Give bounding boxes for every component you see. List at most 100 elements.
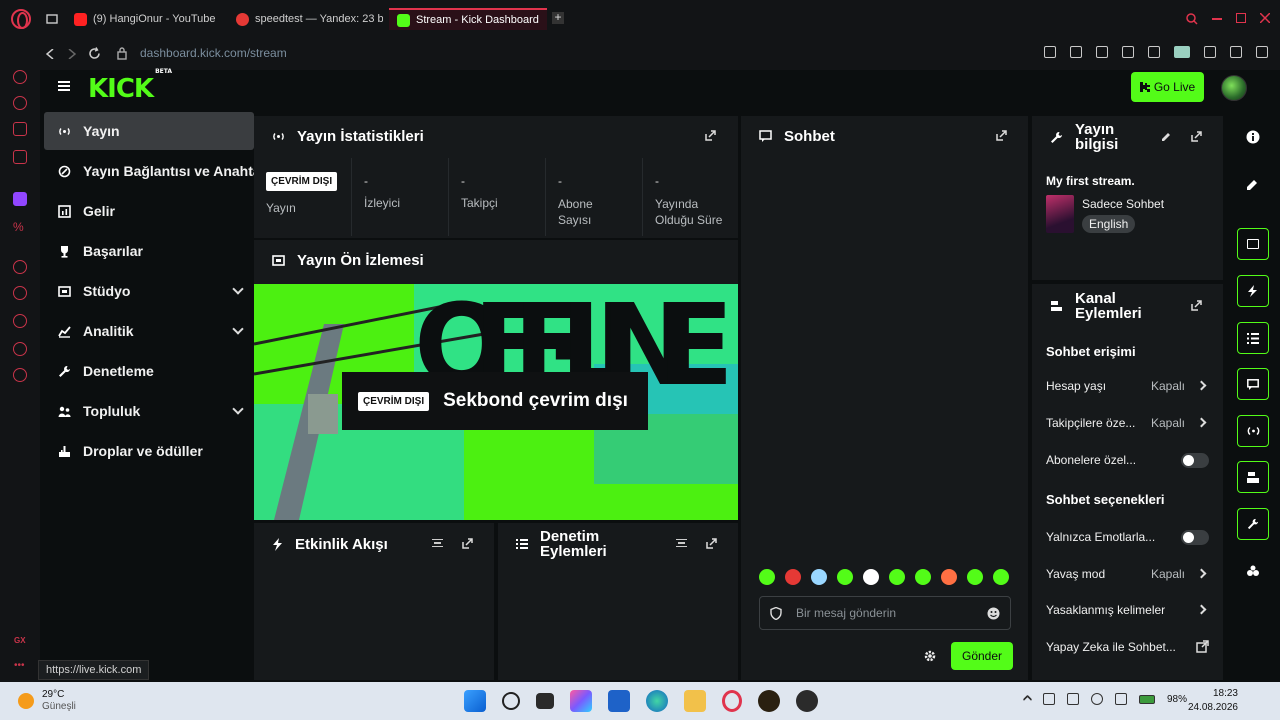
kick-logo[interactable]: KICKBETA <box>88 68 172 104</box>
chat-emote[interactable] <box>863 569 879 585</box>
popout-icon[interactable] <box>996 130 1007 141</box>
file-explorer-icon[interactable] <box>684 690 706 712</box>
sidebar-item-revenue[interactable]: Gelir <box>44 192 254 230</box>
chat-emote[interactable] <box>785 569 801 585</box>
close-window-icon[interactable] <box>1260 13 1270 23</box>
settings-icon[interactable] <box>13 368 27 382</box>
go-live-button[interactable]: Go Live <box>1131 72 1204 102</box>
clock[interactable]: 18:23 24.08.2026 <box>1188 687 1238 715</box>
twitch-icon[interactable] <box>13 192 27 206</box>
chat-emote[interactable] <box>967 569 983 585</box>
tab-yandex[interactable]: speedtest — Yandex: 23 bi <box>228 8 383 30</box>
setting-banned-words[interactable]: Yasaklanmış kelimeler <box>1046 600 1209 620</box>
tab-youtube[interactable]: (9) HangiOnur - YouTube <box>66 8 226 30</box>
setting-account-age[interactable]: Hesap yaşı Kapalı <box>1046 376 1209 396</box>
search-tabs-icon[interactable] <box>1186 13 1198 25</box>
search-icon[interactable] <box>502 692 520 710</box>
microphone-icon[interactable] <box>1067 693 1079 705</box>
history-icon[interactable] <box>13 314 27 328</box>
reload-icon[interactable] <box>88 47 101 60</box>
speed-dial-icon[interactable] <box>13 70 27 84</box>
rail-preview-button[interactable] <box>1237 228 1269 260</box>
sidebar-item-moderation[interactable]: Denetleme <box>44 352 254 390</box>
shield-icon[interactable] <box>1096 46 1108 58</box>
chat-emote[interactable] <box>811 569 827 585</box>
new-tab-icon[interactable]: + <box>552 11 564 24</box>
rail-activity-button[interactable] <box>1237 275 1269 307</box>
chat-settings-icon[interactable] <box>923 649 937 663</box>
network-off-icon[interactable] <box>1043 693 1055 705</box>
task-view-icon[interactable] <box>536 693 554 709</box>
pin-board-icon[interactable] <box>13 286 27 300</box>
chevron-down-icon[interactable] <box>232 283 244 295</box>
gx-icon[interactable]: GX <box>14 636 26 645</box>
setting-ai-moderation[interactable]: Yapay Zeka ile Sohbet... <box>1046 637 1209 657</box>
emote-only-toggle[interactable] <box>1181 530 1209 545</box>
sidebar-item-drops[interactable]: Droplar ve ödüller <box>44 432 254 470</box>
subscribers-only-toggle[interactable] <box>1181 453 1209 468</box>
opera-logo-icon[interactable] <box>11 9 31 29</box>
lock-icon[interactable] <box>117 47 127 60</box>
rail-channel-actions-button[interactable] <box>1237 461 1269 493</box>
wallet-icon[interactable] <box>13 122 27 136</box>
edit-layout-icon[interactable] <box>1246 178 1259 191</box>
store-icon[interactable] <box>608 690 630 712</box>
sidebar-item-stream[interactable]: Yayın <box>44 112 254 150</box>
popout-icon[interactable] <box>462 538 473 549</box>
rail-stream-info-button[interactable] <box>1237 508 1269 540</box>
sidebar-item-stream-key[interactable]: Yayın Bağlantısı ve Anahtarı <box>44 152 270 190</box>
league-icon[interactable] <box>758 690 780 712</box>
extension-icon[interactable] <box>1174 46 1190 58</box>
sidebar-item-achievements[interactable]: Başarılar <box>44 232 254 270</box>
popout-icon[interactable] <box>705 130 716 141</box>
chat-input[interactable]: Bir mesaj gönderin <box>759 596 1011 630</box>
setting-slow-mode[interactable]: Yavaş mod Kapalı <box>1046 564 1209 584</box>
popout-icon[interactable] <box>1191 300 1202 311</box>
chat-emote[interactable] <box>837 569 853 585</box>
rail-stream-button[interactable] <box>1237 415 1269 447</box>
download-icon[interactable] <box>1204 46 1216 58</box>
opera-gx-icon[interactable] <box>722 690 742 712</box>
back-icon[interactable] <box>46 49 54 59</box>
popout-icon[interactable] <box>706 538 717 549</box>
copilot-icon[interactable] <box>570 690 592 712</box>
category-name[interactable]: Sadece Sohbet <box>1082 197 1164 211</box>
sidebar-item-studio[interactable]: Stüdyo <box>44 272 254 310</box>
volume-icon[interactable] <box>1115 693 1127 705</box>
heart-icon[interactable] <box>1148 46 1160 58</box>
start-icon[interactable] <box>464 690 486 712</box>
ai-sidebar-icon[interactable] <box>13 96 27 110</box>
weather-widget[interactable]: 29°C Güneşli <box>18 689 76 713</box>
battery-icon[interactable] <box>1139 694 1155 704</box>
rail-moderation-button[interactable] <box>1237 322 1269 354</box>
popout-icon[interactable] <box>1191 131 1202 142</box>
emoji-icon[interactable] <box>987 607 1000 620</box>
chat-emote[interactable] <box>759 569 775 585</box>
chat-emote[interactable] <box>941 569 957 585</box>
chevron-down-icon[interactable] <box>232 323 244 335</box>
extensions-icon[interactable] <box>13 342 27 356</box>
tab-workspaces-icon[interactable] <box>46 13 58 25</box>
setting-followers-only[interactable]: Takipçilere öze... Kapalı <box>1046 413 1209 433</box>
user-avatar[interactable] <box>1221 75 1247 101</box>
filter-icon[interactable] <box>432 539 443 547</box>
maximize-icon[interactable] <box>1236 13 1246 23</box>
percent-icon[interactable]: % <box>13 220 27 234</box>
snapshot-icon[interactable] <box>1070 46 1082 58</box>
ai-icon[interactable] <box>1230 46 1242 58</box>
filter-icon[interactable] <box>676 539 687 547</box>
chat-emote[interactable] <box>915 569 931 585</box>
player-icon[interactable] <box>13 260 27 274</box>
pin-icon[interactable] <box>1044 46 1056 58</box>
send-button[interactable]: Gönder <box>951 642 1013 670</box>
sidebar-item-analytics[interactable]: Analitik <box>44 312 254 350</box>
edit-icon[interactable] <box>1161 131 1172 142</box>
minimize-icon[interactable] <box>1212 18 1222 20</box>
edge-icon[interactable] <box>646 690 668 712</box>
sidebar-item-community[interactable]: Topluluk <box>44 392 254 430</box>
rail-chat-button[interactable] <box>1237 368 1269 400</box>
chevron-up-icon[interactable] <box>1022 694 1033 704</box>
send-icon[interactable] <box>1122 46 1134 58</box>
hamburger-menu-icon[interactable] <box>58 81 70 91</box>
messenger-icon[interactable] <box>13 150 27 164</box>
